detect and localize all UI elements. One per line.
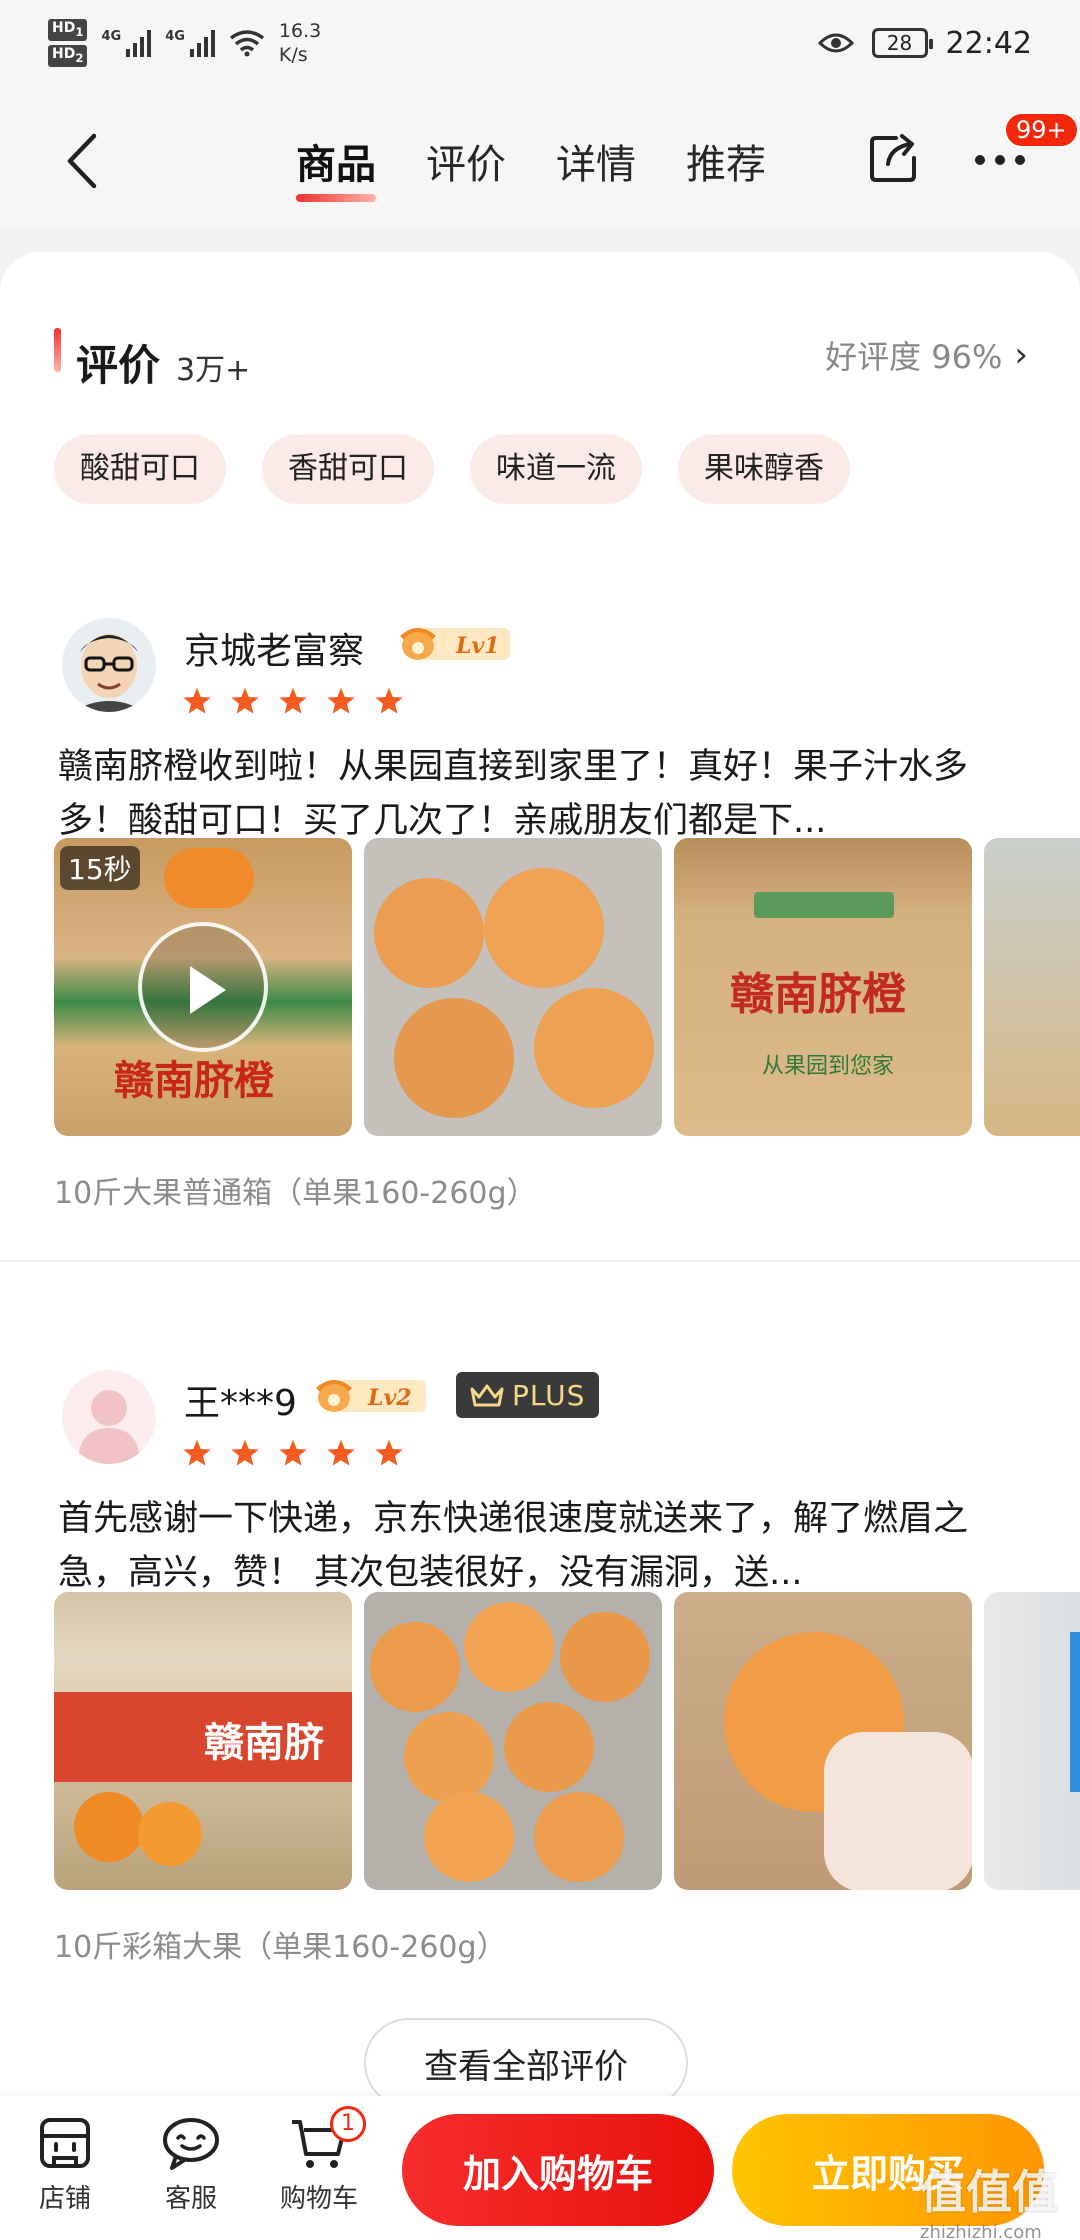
- star-icon: [279, 1439, 307, 1466]
- view-all-reviews-button[interactable]: 查看全部评价: [364, 2018, 688, 2108]
- hd2-icon: HD2: [48, 45, 88, 67]
- tab-bar: 商品 评价 详情 推荐: [296, 132, 766, 202]
- product-nav-bar: 商品 评价 详情 推荐 99+: [0, 86, 1080, 230]
- svg-text:Lv2: Lv2: [367, 1385, 412, 1411]
- shop-icon: [40, 2118, 90, 2168]
- chat-icon: [163, 2118, 219, 2170]
- cart-button[interactable]: 购物车 1: [264, 2106, 374, 2215]
- star-icon: [375, 687, 403, 714]
- site-watermark: 值值值 zhizhizhi.com: [920, 2165, 1058, 2240]
- eye-comfort-icon: [817, 33, 854, 53]
- status-left: HD1 HD2 4G 4G 16.3 K/s: [48, 19, 321, 67]
- message-count-badge: 99+: [1004, 112, 1079, 148]
- review-text: 赣南脐橙收到啦！从果园直接到家里了！真好！果子汁水多多！酸甜可口！买了几次了！亲…: [58, 747, 969, 841]
- avatar: [62, 618, 156, 712]
- chevron-right-icon: ›: [1014, 335, 1028, 375]
- review-tag[interactable]: 味道一流: [470, 434, 642, 504]
- reviews-title: 评价: [76, 341, 161, 390]
- star-icon: [183, 687, 211, 714]
- cart-count-badge: 1: [330, 2106, 366, 2142]
- reviewer-name: 京城老富察: [184, 631, 365, 672]
- wifi-icon: [229, 30, 264, 57]
- level-badge-icon: Lv2: [316, 1380, 426, 1412]
- play-icon[interactable]: [138, 922, 268, 1052]
- star-icon: [231, 1439, 259, 1466]
- review-tag[interactable]: 酸甜可口: [54, 434, 226, 504]
- review-photo[interactable]: 赣南脐: [54, 1592, 352, 1890]
- purchase-spec: 10斤彩箱大果（单果160-260g）: [54, 1930, 507, 1965]
- hd1-icon: HD1: [48, 19, 88, 41]
- clock: 22:42: [945, 25, 1032, 61]
- signal1-icon: 4G: [101, 29, 152, 57]
- add-to-cart-button[interactable]: 加入购物车: [402, 2114, 714, 2226]
- bottom-action-bar: 店铺 客服 购物车 1 加入购物车 立即购买 值值值 zhizhizhi.com: [0, 2096, 1080, 2240]
- level-badge-icon: Lv1: [400, 628, 510, 660]
- review-media-row: 赣南脐橙 15秒 赣南脐橙 从果园到您家: [54, 838, 1080, 1136]
- hd-indicators: HD1 HD2: [48, 19, 88, 67]
- review-item[interactable]: 京城老富察 Lv1 赣南脐橙收到啦！从果园直接到家里了！真好！果子汁水多多！酸甜…: [0, 572, 1080, 1211]
- review-tags: 酸甜可口 香甜可口 味道一流 果味醇香: [54, 434, 850, 504]
- review-item[interactable]: 王***9 Lv2 PLUS 首先感谢一下快递，京东快递很速度就送来了，解了燃眉…: [0, 1324, 1080, 1965]
- share-icon[interactable]: [866, 130, 922, 186]
- review-text: 首先感谢一下快递，京东快递很速度就送来了，解了燃眉之急，高兴，赞！ 其次包装很好…: [58, 1499, 969, 1593]
- good-rate-text: 好评度 96%: [825, 338, 1003, 376]
- review-photo[interactable]: [984, 1592, 1080, 1890]
- tab-reviews[interactable]: 评价: [426, 132, 506, 202]
- status-bar: HD1 HD2 4G 4G 16.3 K/s 28 22:42: [0, 0, 1080, 86]
- reviews-card: 评价 3万+ 好评度 96% › 酸甜可口 香甜可口 味道一流 果味醇香 京城老…: [0, 252, 1080, 2240]
- good-rate-link[interactable]: 好评度 96% ›: [825, 332, 1028, 378]
- review-photo[interactable]: [674, 1592, 972, 1890]
- star-icon: [183, 1439, 211, 1466]
- star-icon: [327, 687, 355, 714]
- network-speed: 16.3 K/s: [278, 20, 322, 66]
- reviews-count: 3万+: [176, 353, 251, 388]
- review-tag[interactable]: 香甜可口: [262, 434, 434, 504]
- review-photo[interactable]: [364, 838, 662, 1136]
- star-icon: [375, 1439, 403, 1466]
- customer-service-button[interactable]: 客服: [136, 2114, 246, 2215]
- review-video-thumb[interactable]: 赣南脐橙 15秒: [54, 838, 352, 1136]
- tab-recommend[interactable]: 推荐: [686, 132, 766, 202]
- crown-icon: [470, 1384, 504, 1407]
- tab-details[interactable]: 详情: [556, 132, 636, 202]
- rating-stars: [182, 1438, 404, 1468]
- review-photo[interactable]: 赣南脐橙 从果园到您家: [674, 838, 972, 1136]
- review-tag[interactable]: 果味醇香: [678, 434, 850, 504]
- tab-product[interactable]: 商品: [296, 132, 376, 202]
- reviewer-name: 王***9: [184, 1383, 297, 1424]
- back-arrow-icon[interactable]: [56, 126, 116, 196]
- reviews-header: 评价 3万+: [54, 332, 250, 393]
- review-photo[interactable]: [984, 838, 1080, 1136]
- video-duration: 15秒: [60, 846, 140, 890]
- shop-button[interactable]: 店铺: [10, 2114, 120, 2215]
- review-divider: [0, 1260, 1080, 1262]
- purchase-spec: 10斤大果普通箱（单果160-260g）: [54, 1176, 537, 1211]
- signal2-icon: 4G: [165, 29, 215, 57]
- star-icon: [231, 687, 259, 714]
- review-photo[interactable]: [364, 1592, 662, 1890]
- avatar: [62, 1370, 156, 1464]
- review-media-row: 赣南脐: [54, 1592, 1080, 1890]
- status-right: 28 22:42: [817, 25, 1032, 61]
- star-icon: [279, 687, 307, 714]
- plus-member-badge: PLUS: [456, 1372, 600, 1418]
- svg-text:Lv1: Lv1: [455, 633, 500, 659]
- battery-icon: 28: [871, 28, 933, 58]
- star-icon: [327, 1439, 355, 1466]
- rating-stars: [182, 686, 404, 716]
